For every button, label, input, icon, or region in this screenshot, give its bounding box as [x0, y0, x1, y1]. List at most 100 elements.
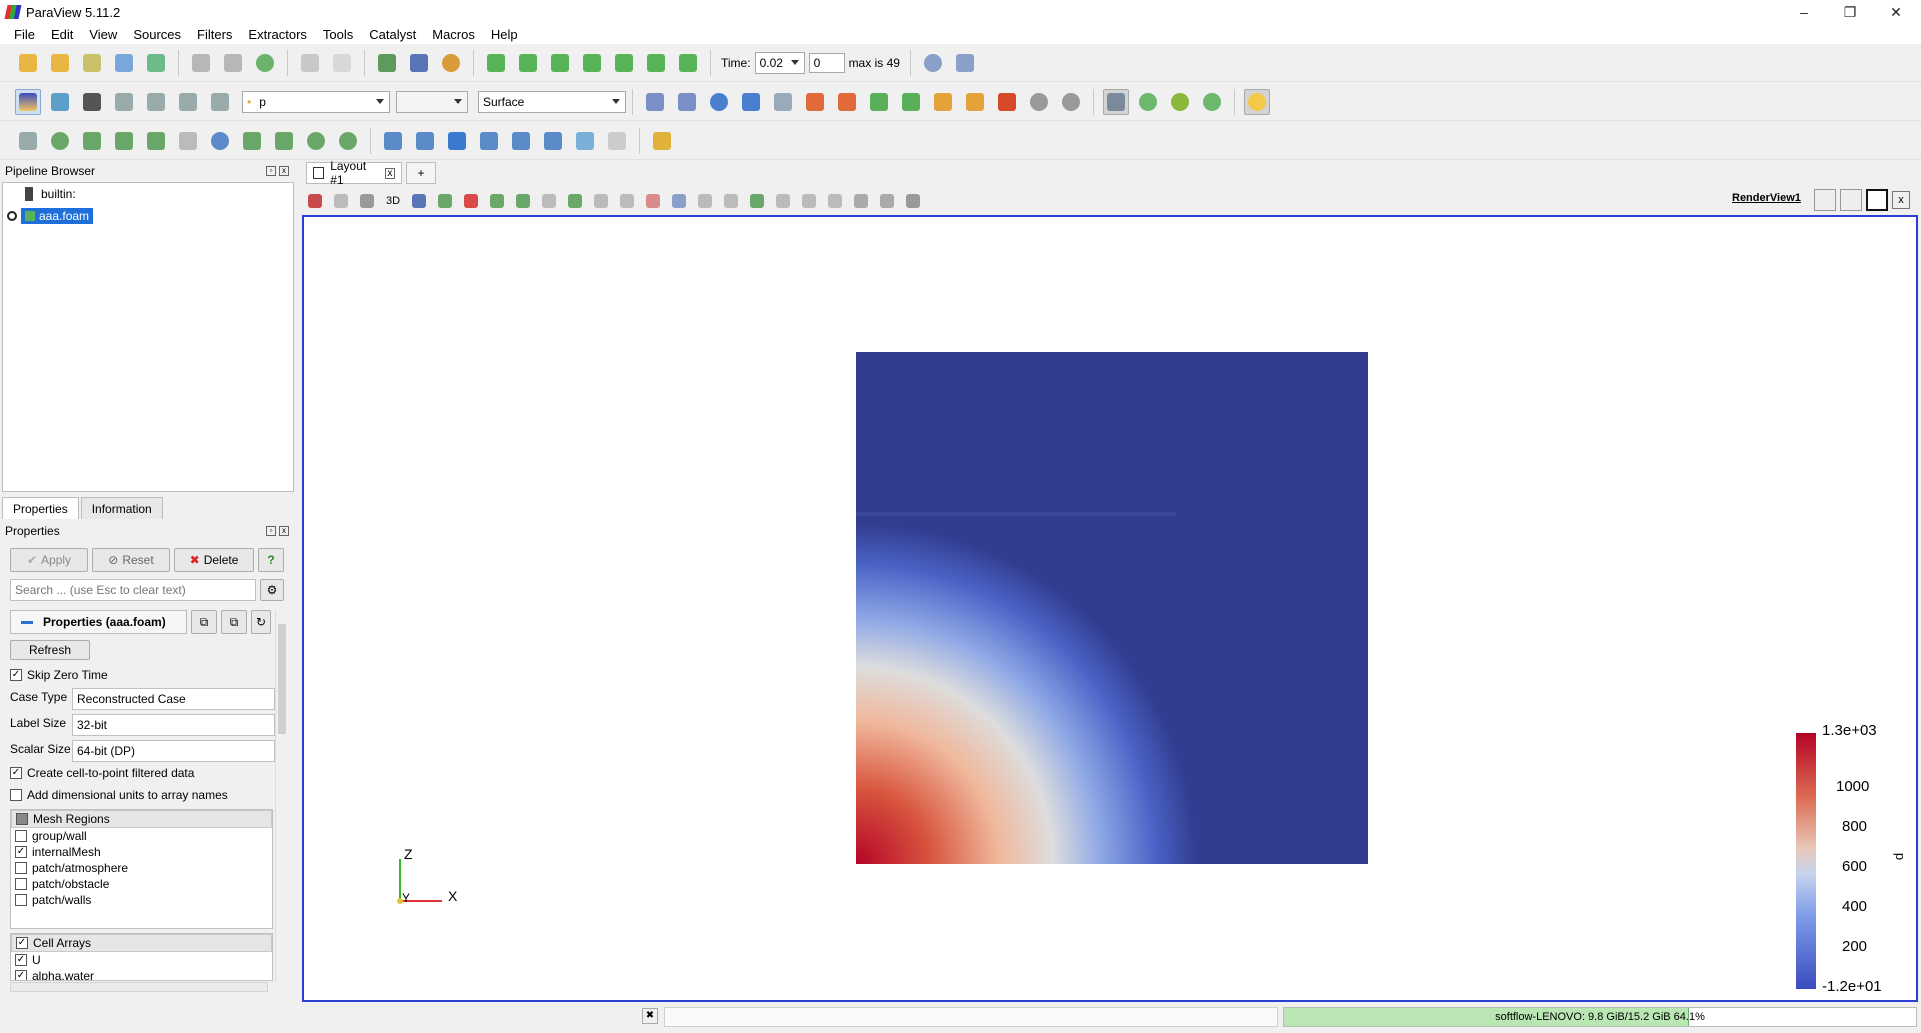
label-size-combo[interactable]: 32-bit: [72, 714, 275, 736]
list-item[interactable]: ✓ internalMesh: [11, 844, 272, 860]
copy-properties-icon[interactable]: ⧉: [191, 610, 217, 634]
hover-cells-icon[interactable]: [643, 191, 663, 211]
apply-button[interactable]: ✔ Apply: [10, 548, 88, 572]
split-horizontal-icon[interactable]: [1814, 189, 1836, 211]
zoom-box-icon[interactable]: [409, 191, 429, 211]
case-type-combo[interactable]: Reconstructed Case: [72, 688, 275, 710]
undock-icon[interactable]: ▫: [266, 526, 276, 536]
save-data-icon[interactable]: [79, 50, 105, 76]
previous-frame-icon[interactable]: [515, 50, 541, 76]
view-minus-x-icon[interactable]: [834, 89, 860, 115]
list-item[interactable]: patch/obstacle: [11, 876, 272, 892]
redo-icon[interactable]: [329, 50, 355, 76]
tab-information[interactable]: Information: [80, 497, 163, 519]
subtract-selection-icon[interactable]: [877, 191, 897, 211]
zoom-box-icon[interactable]: [738, 89, 764, 115]
rotate-plus-90-icon[interactable]: [1026, 89, 1052, 115]
light-kit-icon[interactable]: [1244, 89, 1270, 115]
render-view-label[interactable]: RenderView1: [1732, 192, 1801, 204]
particle-tracer-icon[interactable]: [572, 128, 598, 154]
list-item[interactable]: group/wall: [11, 828, 272, 844]
delete-button[interactable]: ✖ Delete: [174, 548, 254, 572]
spreadsheet-icon[interactable]: [952, 50, 978, 76]
view-minus-z-icon[interactable]: [962, 89, 988, 115]
rescale-custom-icon[interactable]: [143, 89, 169, 115]
group-datasets-icon[interactable]: [303, 128, 329, 154]
python-calculator-icon[interactable]: [604, 128, 630, 154]
dimensional-units-checkbox[interactable]: Add dimensional units to array names: [10, 788, 228, 802]
render-view[interactable]: Z Y X 1.3e+03 1000 800 600 400 200 -1.2e…: [302, 215, 1918, 1002]
threshold-icon[interactable]: [143, 128, 169, 154]
list-item[interactable]: patch/atmosphere: [11, 860, 272, 876]
menu-macros[interactable]: Macros: [424, 27, 483, 42]
preview-icon[interactable]: [331, 191, 351, 211]
view-minus-y-icon[interactable]: [898, 89, 924, 115]
reset-camera-icon[interactable]: [642, 89, 668, 115]
select-cells-through-icon[interactable]: [487, 191, 507, 211]
play-icon[interactable]: [579, 50, 605, 76]
plot-data-icon[interactable]: [508, 128, 534, 154]
tab-layout-1[interactable]: Layout #1 x: [306, 159, 402, 187]
properties-section-header[interactable]: Properties (aaa.foam): [10, 610, 187, 634]
time-combo[interactable]: 0.02: [754, 52, 805, 74]
edit-colormap-icon[interactable]: [79, 89, 105, 115]
view-plus-x-icon[interactable]: [802, 89, 828, 115]
clear-output-icon[interactable]: ✖: [642, 1008, 658, 1024]
select-polygon-icon[interactable]: [539, 191, 559, 211]
plot-selection-icon[interactable]: [825, 191, 845, 211]
select-blocks-icon[interactable]: [565, 191, 585, 211]
skip-zero-time-checkbox[interactable]: ✓ Skip Zero Time: [10, 668, 108, 682]
contour-icon[interactable]: [47, 128, 73, 154]
undock-icon[interactable]: ▫: [266, 166, 276, 176]
color-map-editor-icon[interactable]: [15, 89, 41, 115]
extract-level-icon[interactable]: [335, 128, 361, 154]
menu-help[interactable]: Help: [483, 27, 526, 42]
hover-points-icon[interactable]: [617, 191, 637, 211]
glyph-icon[interactable]: [207, 128, 233, 154]
close-tab-icon[interactable]: x: [384, 167, 395, 179]
warp-by-vector-icon[interactable]: [271, 128, 297, 154]
properties-scrollbar[interactable]: [275, 610, 287, 982]
reset-center-icon[interactable]: [1199, 89, 1225, 115]
menu-file[interactable]: File: [6, 27, 43, 42]
representation-combo[interactable]: Surface: [478, 91, 626, 113]
zoom-to-data-icon[interactable]: [674, 89, 700, 115]
save-state-icon[interactable]: [188, 50, 214, 76]
refresh-button[interactable]: Refresh: [10, 640, 90, 660]
select-points-through-icon[interactable]: [513, 191, 533, 211]
reset-session-icon[interactable]: [252, 50, 278, 76]
properties-search-input[interactable]: [10, 579, 256, 601]
horizontal-scrollbar[interactable]: [10, 982, 268, 992]
reset-button[interactable]: ⊘ Reset: [92, 548, 170, 572]
maximize-button[interactable]: ❐: [1827, 0, 1873, 24]
loop-icon[interactable]: [675, 50, 701, 76]
help-button[interactable]: ?: [258, 548, 284, 572]
extract-selection-icon[interactable]: [773, 191, 793, 211]
time-index-spinbox[interactable]: 0: [808, 53, 845, 73]
close-panel-icon[interactable]: x: [279, 526, 289, 536]
slice-icon[interactable]: [111, 128, 137, 154]
undo-icon[interactable]: [297, 50, 323, 76]
pick-center-icon[interactable]: [1167, 89, 1193, 115]
maximize-view-icon[interactable]: [1866, 189, 1888, 211]
frustum-select-icon[interactable]: [669, 191, 689, 211]
extract-subset-icon[interactable]: [175, 128, 201, 154]
shrink-selection-icon[interactable]: [721, 191, 741, 211]
color-palette-icon[interactable]: [438, 50, 464, 76]
load-state-icon[interactable]: [220, 50, 246, 76]
select-cells-on-icon[interactable]: [435, 191, 455, 211]
ruler-icon[interactable]: [649, 128, 675, 154]
last-frame-icon[interactable]: [643, 50, 669, 76]
camera-icon[interactable]: [357, 191, 377, 211]
open-file-icon[interactable]: [15, 50, 41, 76]
menu-tools[interactable]: Tools: [315, 27, 361, 42]
calculator-icon[interactable]: [15, 128, 41, 154]
isometric-view-icon[interactable]: [994, 89, 1020, 115]
cell-arrays-header[interactable]: ✓ Cell Arrays: [11, 934, 272, 952]
center-axes-icon[interactable]: [1135, 89, 1161, 115]
view-plus-y-icon[interactable]: [866, 89, 892, 115]
disconnect-icon[interactable]: [143, 50, 169, 76]
select-points-on-icon[interactable]: [461, 191, 481, 211]
temporal-stats-icon[interactable]: [540, 128, 566, 154]
menu-view[interactable]: View: [81, 27, 125, 42]
